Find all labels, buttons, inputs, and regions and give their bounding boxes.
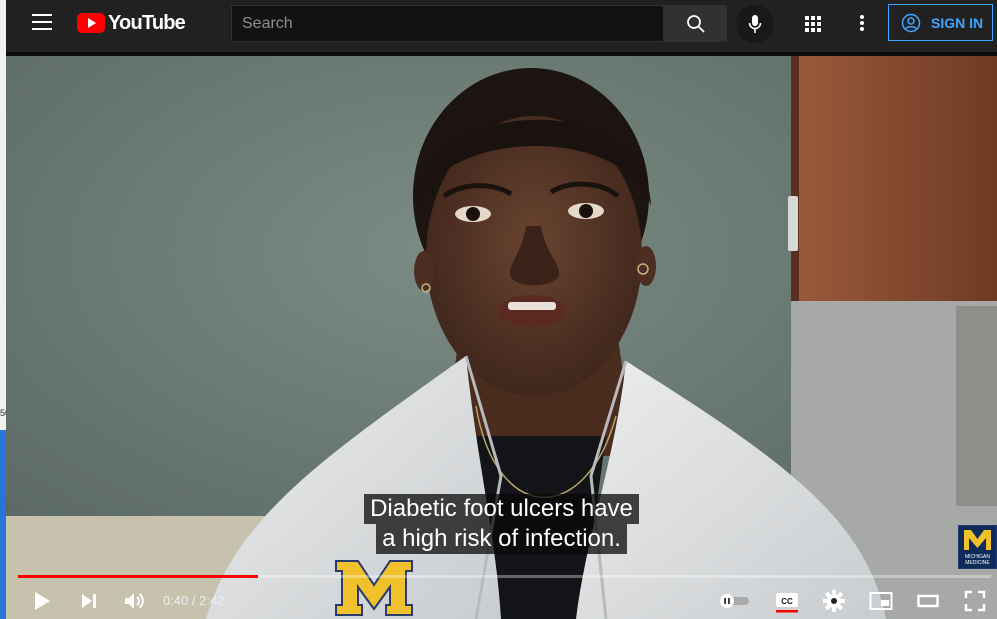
voice-search-button[interactable] [736, 5, 774, 43]
time-display: 0:40 / 2:42 [163, 593, 225, 608]
fullscreen-icon [964, 590, 986, 612]
captions-button[interactable]: CC [772, 586, 802, 616]
search-button[interactable] [664, 5, 727, 42]
autoplay-toggle-icon [720, 594, 749, 608]
sign-in-label: SIGN IN [931, 14, 984, 31]
menu-icon[interactable] [32, 14, 52, 30]
caption-line: Diabetic foot ulcers have [364, 494, 639, 524]
sign-in-button[interactable]: SIGN IN [888, 4, 993, 41]
youtube-play-icon [77, 13, 105, 33]
mic-icon [748, 15, 762, 33]
volume-icon [125, 593, 144, 609]
progress-bar[interactable] [18, 575, 991, 578]
masthead: YouTube Search SIGN IN [6, 0, 997, 52]
more-vert-icon[interactable] [852, 12, 872, 34]
caption-line: a high risk of infection. [376, 524, 627, 554]
play-icon [35, 592, 50, 610]
theater-mode-button[interactable] [913, 586, 943, 616]
captions-icon: CC [776, 593, 798, 613]
progress-played [18, 575, 259, 578]
theater-mode-icon [917, 594, 939, 608]
search-box [231, 5, 727, 42]
settings-button[interactable] [820, 586, 848, 616]
search-input[interactable] [231, 5, 664, 42]
next-icon [82, 594, 96, 608]
logo-text: YouTube [108, 11, 186, 34]
player-controls: 0:40 / 2:42 CC [6, 586, 997, 619]
svg-text:CC: CC [781, 597, 793, 606]
caption-window: Diabetic foot ulcers have a high risk of… [6, 494, 997, 554]
mute-button[interactable] [120, 586, 150, 616]
miniplayer-button[interactable] [866, 586, 896, 616]
fullscreen-button[interactable] [961, 586, 989, 616]
next-button[interactable] [75, 586, 103, 616]
account-icon [901, 13, 921, 32]
settings-gear-icon [823, 590, 845, 612]
youtube-logo[interactable]: YouTube [77, 11, 186, 34]
search-icon [686, 14, 705, 33]
video-player[interactable]: Diabetic foot ulcers have a high risk of… [6, 56, 997, 619]
play-button[interactable] [28, 586, 56, 616]
autoplay-toggle[interactable] [718, 586, 752, 616]
watermark-text-line-2: MEDICINE [965, 560, 990, 566]
michigan-medicine-watermark: MICHIGAN MEDICINE [958, 525, 997, 569]
apps-grid-icon[interactable] [803, 14, 823, 34]
miniplayer-icon [869, 592, 893, 610]
